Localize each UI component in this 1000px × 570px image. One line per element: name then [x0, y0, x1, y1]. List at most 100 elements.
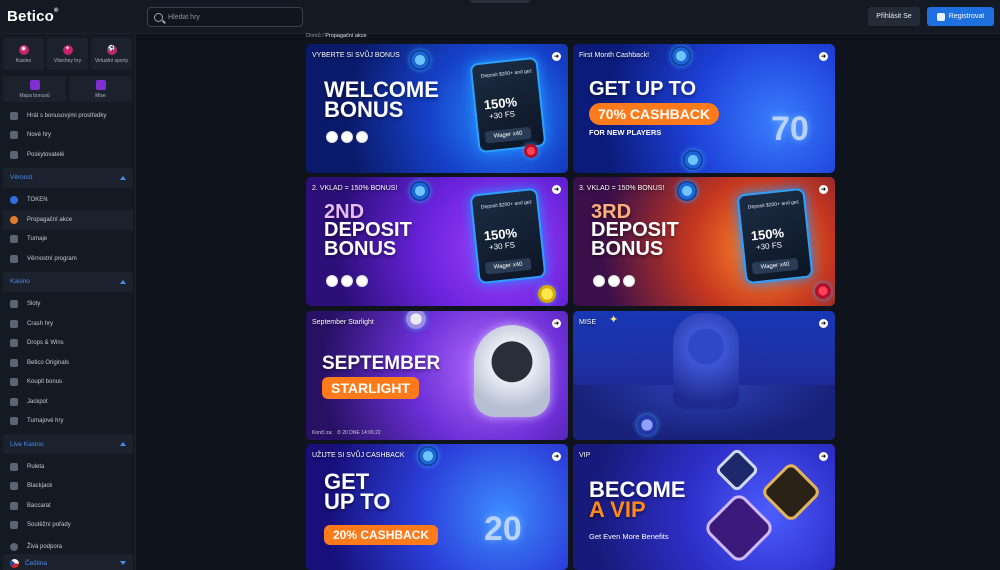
item-label: Živá podpora [27, 543, 63, 550]
register-button[interactable]: Registrovat [927, 7, 994, 26]
promo-card-september-starlight[interactable]: September Starlight ➜ SEPTEMBER STARLIGH… [306, 311, 568, 440]
sidebar-item-new-games[interactable]: Nové hry [3, 126, 133, 146]
sidebar-item-baccarat[interactable]: Baccarat [3, 496, 133, 516]
promo-ends: Končí za: ⏱ 20 DNE 14:06:22 [312, 430, 381, 436]
game-shows-icon [10, 521, 18, 530]
vip-badge-silver [714, 447, 760, 493]
headset-icon [10, 542, 18, 551]
sidebar-item-originals[interactable]: Betico Originals [3, 353, 133, 373]
tile-bonus-map[interactable]: Mapa bonusů [3, 76, 66, 102]
sidebar-item-loyalty-program[interactable]: Věrnostní program [3, 249, 133, 269]
visa-icon [326, 131, 338, 143]
search-input[interactable]: Hledat hry [147, 7, 303, 27]
tile-casino[interactable]: ◉ Kasino [3, 38, 44, 70]
top-bar: Betico® Hledat hry Přihlásit Se Registro… [0, 0, 1000, 34]
promo-title: UŽIJTE SI SVŮJ CASHBACK [312, 452, 405, 459]
section-casino[interactable]: Kasino [3, 271, 133, 292]
google-pay-icon [341, 275, 353, 287]
item-label: Soutěžní pořady [27, 522, 71, 529]
sidebar-item-token[interactable]: TOKEN [3, 191, 133, 211]
arrow-right-icon[interactable]: ➜ [552, 452, 561, 461]
baccarat-icon [10, 501, 18, 510]
loyalty-icon [10, 254, 18, 263]
sidebar-item-slots[interactable]: Sloty [3, 295, 133, 315]
casino-chip-icon [410, 181, 430, 201]
strawberry-icon [524, 144, 538, 158]
promo-title: 2. VKLAD = 150% BONUS! [312, 185, 398, 192]
promo-headline: WELCOME BONUS [324, 77, 439, 123]
sidebar-item-crash-games[interactable]: Crash hry [3, 314, 133, 334]
promo-card-vip[interactable]: VIP ➜ BECOME A VIP Get Even More Benefits [573, 444, 835, 570]
vip-badge-gold [759, 460, 823, 524]
sidebar-item-blackjack[interactable]: Blackjack [3, 477, 133, 497]
astronaut-graphic [673, 313, 739, 409]
sidebar-item-drops-wins[interactable]: Drops & Wins [3, 334, 133, 354]
item-label: Baccarat [27, 502, 51, 509]
promo-title: VYBERTE SI SVŮJ BONUS [312, 52, 400, 59]
tile-virtual-sports[interactable]: ⚽ Virtuální sporty [91, 38, 132, 70]
google-pay-icon [341, 131, 353, 143]
promo-card-third-deposit[interactable]: 3. VKLAD = 150% BONUS! ➜ 3RD DEPOSIT BONUS… [573, 177, 835, 306]
virtual-sports-icon: ⚽ [106, 44, 117, 55]
tournament-games-icon [10, 417, 18, 426]
vip-badge-purple [702, 491, 776, 565]
promo-subtitle: FOR NEW PLAYERS [589, 128, 662, 137]
phone-fs: +30 FS [488, 240, 516, 253]
promo-headline: GET UP TO [324, 469, 391, 515]
section-title: Věrnost [10, 174, 33, 181]
casino-chip-icon [677, 181, 697, 201]
sidebar-item-tournament-games[interactable]: Turnajové hry [3, 412, 133, 432]
coin-icon [637, 415, 657, 435]
login-button[interactable]: Přihlásit Se [868, 7, 920, 26]
promo-headline: 3RD DEPOSIT BONUS [591, 201, 679, 260]
apple-pay-icon [356, 131, 368, 143]
phone-text: Deposit $200+ and get: [480, 199, 533, 211]
breadcrumb-home[interactable]: Domů [306, 33, 321, 39]
tile-label: Mise [95, 92, 106, 99]
visa-icon [593, 275, 605, 287]
sidebar-item-bonus-funds[interactable]: Hrát s bonusovými prostředky [3, 106, 133, 126]
item-label: TOKEN [27, 197, 48, 204]
rocket-icon [10, 319, 18, 328]
sidebar-item-providers[interactable]: Poskytovatelé [3, 145, 133, 165]
sidebar-item-roulette[interactable]: Ruleta [3, 457, 133, 477]
promo-card-cashback-20[interactable]: UŽIJTE SI SVŮJ CASHBACK ➜ GET UP TO 20% C… [306, 444, 568, 570]
promo-title: First Month Cashback! [579, 52, 650, 59]
sidebar-item-promotions[interactable]: Propagační akce [3, 210, 133, 230]
sidebar-item-tournaments[interactable]: Turnaje [3, 230, 133, 250]
section-live-casino[interactable]: Live Kasino [3, 434, 133, 454]
promo-card-second-deposit[interactable]: 2. VKLAD = 150% BONUS! ➜ 2ND DEPOSIT BONUS… [306, 177, 568, 306]
badge-number: 70 [771, 110, 809, 148]
promotions-icon [10, 215, 18, 224]
bonus-map-icon [29, 79, 40, 90]
promo-headline: 2ND DEPOSIT BONUS [324, 201, 412, 260]
tile-all-games[interactable]: ✦ Všechny hry [47, 38, 88, 70]
section-loyalty[interactable]: Věrnost [3, 167, 133, 188]
site-logo[interactable]: Betico® [7, 8, 59, 25]
promo-card-cashback-70[interactable]: First Month Cashback! ➜ GET UP TO 70% CA… [573, 44, 835, 173]
arrow-right-icon[interactable]: ➜ [552, 52, 561, 61]
promo-headline: BECOME A VIP [589, 477, 686, 523]
chevron-up-icon [120, 442, 126, 446]
arrow-right-icon[interactable]: ➜ [552, 319, 561, 328]
promo-card-welcome[interactable]: VYBERTE SI SVŮJ BONUS ➜ WELCOME BONUS Dep… [306, 44, 568, 173]
sidebar-item-buy-bonus[interactable]: Koupit bonus [3, 373, 133, 393]
sidebar-item-jackpot[interactable]: Jackpot [3, 392, 133, 412]
arrow-right-icon[interactable]: ➜ [552, 185, 561, 194]
arrow-right-icon[interactable]: ➜ [819, 185, 828, 194]
item-label: Ruleta [27, 463, 45, 470]
tile-missions[interactable]: Mise [69, 76, 132, 102]
sidebar-item-game-shows[interactable]: Soutěžní pořady [3, 516, 133, 536]
jackpot-icon [10, 397, 18, 406]
drops-icon [10, 339, 18, 348]
arrow-right-icon[interactable]: ➜ [819, 52, 828, 61]
top-notch [470, 0, 530, 3]
phone-fs: +30 FS [755, 240, 783, 253]
arrow-right-icon[interactable]: ➜ [819, 452, 828, 461]
arrow-right-icon[interactable]: ➜ [819, 319, 828, 328]
bonus-funds-icon [10, 111, 18, 120]
item-label: Hrát s bonusovými prostředky [27, 112, 107, 119]
phone-text: Deposit $200+ and get: [480, 68, 533, 80]
language-selector[interactable]: Čeština [3, 554, 133, 570]
promo-card-missions[interactable]: MISE ➜ ✦ [573, 311, 835, 440]
